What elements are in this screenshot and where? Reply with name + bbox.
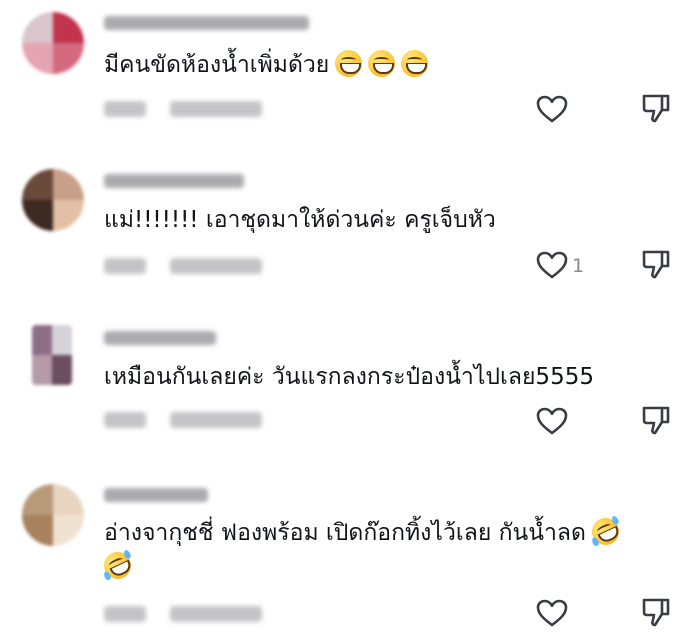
avatar-pixel [22,43,53,74]
grinning-face-emoji [368,50,396,77]
like-count: 1 [572,255,585,277]
avatar[interactable] [32,325,72,385]
avatar-pixel [22,515,53,546]
avatar-pixel [53,169,84,200]
comment-body: มีคนขัดห้องน้ำเพิ่มด้วย [104,52,330,78]
timestamp-blurred [104,101,146,117]
dislike-button[interactable] [640,248,672,280]
thumbs-down-outline-icon [642,598,670,627]
heart-outline-icon [536,251,568,279]
avatar-pixel [52,325,72,355]
avatar[interactable] [22,484,84,546]
timestamp-blurred [104,606,146,622]
comment-text: มีคนขัดห้องน้ำเพิ่มด้วย [104,48,682,82]
timestamp-blurred [104,412,146,428]
comment-body: อ่างจากุชชี่ ฟองพร้อม เปิดก๊อกทิ้งไว้เลย… [104,520,586,546]
avatar-pixel [52,355,72,385]
comment-meta-blurred [104,412,264,428]
thumbs-down-outline-icon [642,94,670,123]
rolling-on-floor-laughing-emoji [99,547,136,584]
avatar-pixel [32,355,52,385]
avatar-pixel [22,200,53,231]
avatar-pixel [53,484,84,515]
heart-outline-icon [536,407,568,435]
reply-link-blurred[interactable] [170,412,262,428]
reply-link-blurred[interactable] [170,101,262,117]
avatar-pixel [22,12,53,43]
comment-text: แม่!!!!!!! เอาชุดมาให้ด่วนค่ะ ครูเจ็บหัว [104,203,682,237]
like-button[interactable] [535,94,569,124]
comment-text: อ่างจากุชชี่ ฟองพร้อม เปิดก๊อกทิ้งไว้เลย… [99,513,682,584]
avatar-pixel [32,325,52,355]
timestamp-blurred [104,258,146,274]
username-blurred[interactable] [104,488,208,502]
avatar[interactable] [22,169,84,231]
comment-meta-blurred [104,606,264,622]
comment-text: เหมือนกันเลยค่ะ วันแรกลงกระป๋องน้ำไปเลย5… [104,360,682,394]
rolling-on-floor-laughing-emoji [587,513,624,550]
heart-outline-icon [536,599,568,627]
reply-link-blurred[interactable] [170,606,262,622]
username-blurred[interactable] [104,16,309,30]
avatar-pixel [53,200,84,231]
comment-body: เหมือนกันเลยค่ะ วันแรกลงกระป๋องน้ำไปเลย5… [104,364,594,390]
dislike-button[interactable] [640,404,672,436]
like-button[interactable] [535,598,569,628]
grinning-face-emoji [335,50,363,77]
avatar[interactable] [22,12,84,74]
thumbs-down-outline-icon [642,250,670,279]
avatar-pixel [53,43,84,74]
avatar-pixel [22,169,53,200]
grinning-face-emoji [401,50,429,77]
reply-link-blurred[interactable] [170,258,262,274]
avatar-pixel [53,515,84,546]
heart-outline-icon [536,95,568,123]
avatar-pixel [53,12,84,43]
username-blurred[interactable] [104,174,244,188]
thumbs-down-outline-icon [642,406,670,435]
avatar-pixel [22,484,53,515]
like-button[interactable] [535,250,569,280]
username-blurred[interactable] [104,331,216,345]
like-button[interactable] [535,406,569,436]
dislike-button[interactable] [640,92,672,124]
comment-body: แม่!!!!!!! เอาชุดมาให้ด่วนค่ะ ครูเจ็บหัว [104,207,496,233]
comment-meta-blurred [104,101,264,117]
dislike-button[interactable] [640,596,672,628]
comment-meta-blurred [104,258,264,274]
